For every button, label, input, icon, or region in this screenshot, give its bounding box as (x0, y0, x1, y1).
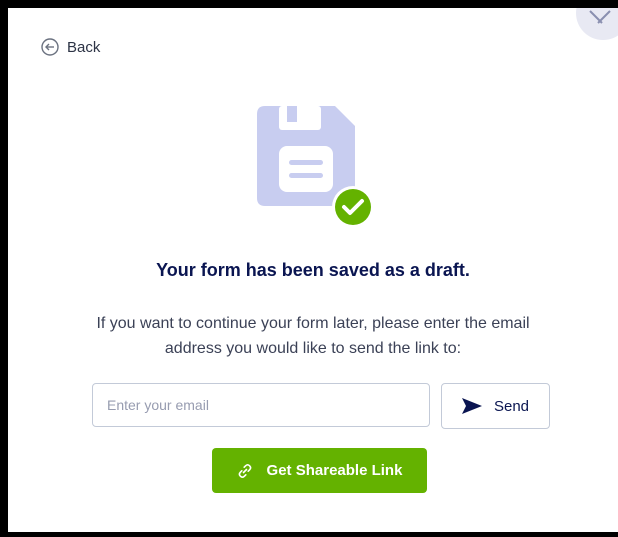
share-label: Get Shareable Link (266, 462, 403, 479)
arrow-left-circle-icon (41, 38, 59, 56)
send-label: Send (493, 397, 530, 415)
send-button[interactable]: Send (441, 383, 550, 429)
floppy-disk-icon (257, 106, 374, 226)
save-draft-dialog: Back Your form has been saved as a draft… (8, 8, 618, 532)
close-button[interactable] (576, 8, 618, 40)
close-icon (589, 10, 611, 24)
dialog-title: Your form has been saved as a draft. (156, 260, 470, 280)
send-arrow-icon (461, 398, 482, 414)
back-link[interactable]: Back (41, 38, 100, 56)
email-input[interactable] (92, 383, 430, 427)
get-shareable-link-button[interactable]: Get Shareable Link (212, 448, 427, 493)
dialog-description: If you want to continue your form later,… (96, 315, 530, 357)
link-icon (238, 463, 251, 478)
back-label: Back (67, 38, 101, 56)
